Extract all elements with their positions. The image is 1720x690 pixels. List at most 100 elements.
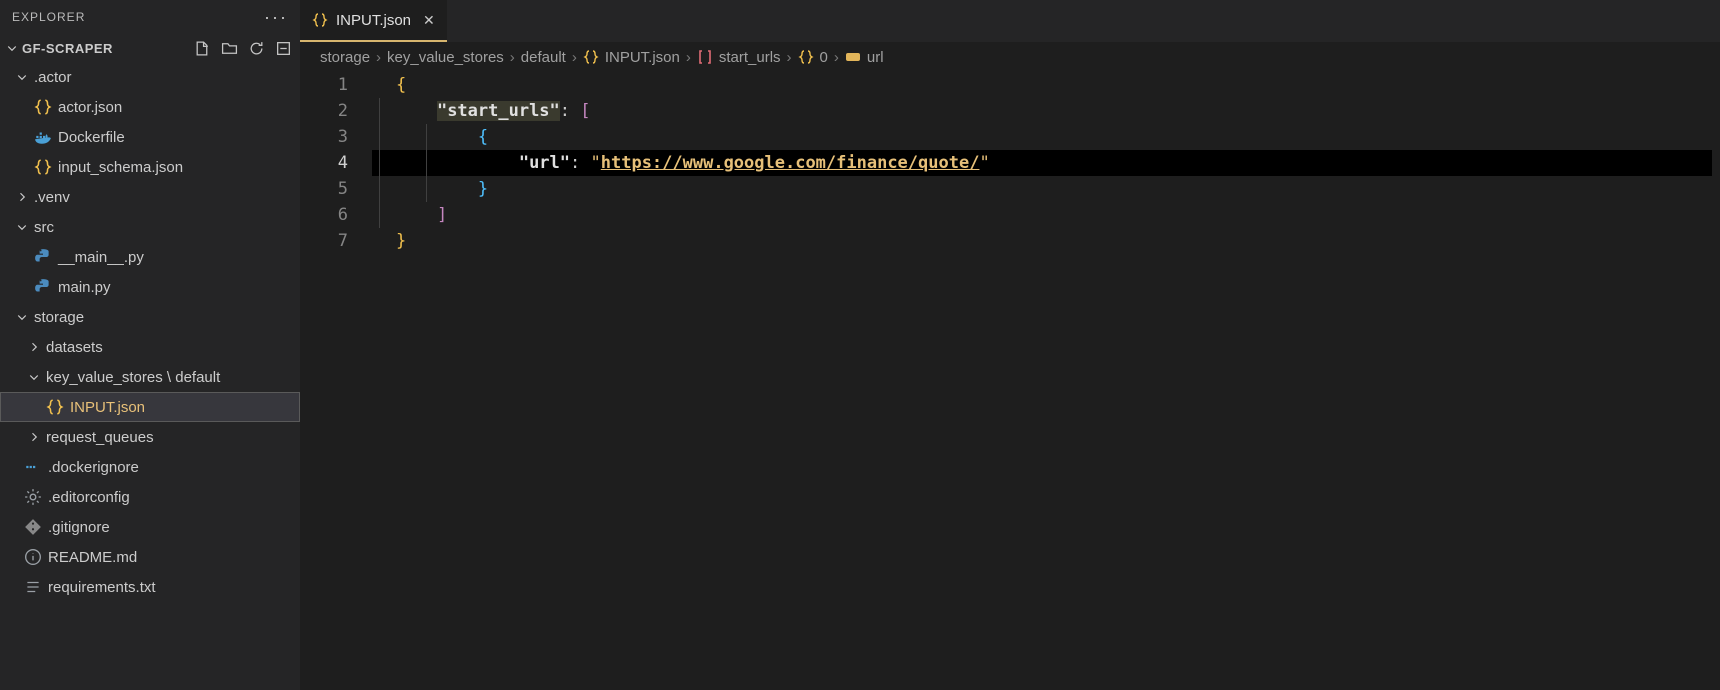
crumb-storage[interactable]: storage	[320, 49, 370, 66]
folder-label: .venv	[34, 189, 70, 206]
file-input-schema[interactable]: input_schema.json	[0, 152, 300, 182]
line-number: 1	[300, 72, 348, 98]
string-icon	[845, 49, 861, 65]
url-value: https://www.google.com/finance/quote/	[601, 153, 980, 173]
file-label: input_schema.json	[58, 159, 183, 176]
file-label: __main__.py	[58, 249, 144, 266]
folder-label: src	[34, 219, 54, 236]
crumb-kvs[interactable]: key_value_stores	[387, 49, 504, 66]
git-icon	[24, 518, 42, 536]
json-key: "url"	[519, 153, 570, 173]
editor-area: INPUT.json ✕ storage › key_value_stores …	[300, 0, 1720, 690]
info-icon	[24, 548, 42, 566]
chevron-right-icon: ›	[510, 49, 515, 66]
object-icon	[798, 49, 814, 65]
text-icon	[24, 578, 42, 596]
tab-input-json[interactable]: INPUT.json ✕	[300, 0, 447, 42]
folder-storage[interactable]: storage	[0, 302, 300, 332]
explorer-title: EXPLORER	[12, 10, 85, 24]
folder-label: key_value_stores \ default	[46, 369, 220, 386]
line-gutter: 1 2 3 4 5 6 7	[300, 72, 372, 690]
project-name: GF-SCRAPER	[22, 41, 113, 56]
folder-actor[interactable]: .actor	[0, 62, 300, 92]
chevron-right-icon	[16, 191, 28, 203]
chevron-right-icon: ›	[834, 49, 839, 66]
tab-label: INPUT.json	[336, 12, 411, 29]
chevron-right-icon: ›	[787, 49, 792, 66]
crumb-index[interactable]: 0	[798, 49, 828, 66]
file-label: .gitignore	[48, 519, 110, 536]
file-label: .editorconfig	[48, 489, 130, 506]
code-content[interactable]: { "start_urls": [ { "url": "https://www.…	[372, 72, 1720, 690]
file-readme[interactable]: README.md	[0, 542, 300, 572]
explorer-header: EXPLORER ···	[0, 0, 300, 34]
chevron-down-icon	[16, 71, 28, 83]
file-requirements[interactable]: requirements.txt	[0, 572, 300, 602]
python-icon	[34, 248, 52, 266]
code-line[interactable]: {	[396, 124, 1720, 150]
json-icon	[46, 398, 64, 416]
new-file-icon[interactable]	[194, 40, 211, 57]
file-label: README.md	[48, 549, 137, 566]
code-line[interactable]: {	[396, 72, 1720, 98]
chevron-down-icon	[6, 42, 18, 54]
array-icon	[697, 49, 713, 65]
json-icon	[583, 49, 599, 65]
json-icon	[34, 158, 52, 176]
python-icon	[34, 278, 52, 296]
file-main-dunder[interactable]: __main__.py	[0, 242, 300, 272]
collapse-icon[interactable]	[275, 40, 292, 57]
folder-request-queues[interactable]: request_queues	[0, 422, 300, 452]
breadcrumb[interactable]: storage › key_value_stores › default › I…	[300, 42, 1720, 72]
docker-icon	[24, 458, 42, 476]
chevron-right-icon: ›	[686, 49, 691, 66]
file-main[interactable]: main.py	[0, 272, 300, 302]
line-number: 5	[300, 176, 348, 202]
explorer-more-icon[interactable]: ···	[264, 7, 288, 28]
chevron-down-icon	[16, 221, 28, 233]
file-label: main.py	[58, 279, 111, 296]
json-key: "start_urls"	[437, 101, 560, 121]
folder-datasets[interactable]: datasets	[0, 332, 300, 362]
line-number: 4	[300, 150, 348, 176]
file-tree: .actor actor.json Dockerfile input_schem…	[0, 62, 300, 690]
gear-icon	[24, 488, 42, 506]
folder-venv[interactable]: .venv	[0, 182, 300, 212]
code-editor[interactable]: 1 2 3 4 5 6 7 { "start_urls": [ { "url	[300, 72, 1720, 690]
crumb-default[interactable]: default	[521, 49, 566, 66]
project-header[interactable]: GF-SCRAPER	[0, 34, 300, 62]
code-line[interactable]: }	[396, 176, 1720, 202]
refresh-icon[interactable]	[248, 40, 265, 57]
code-line[interactable]: ]	[396, 202, 1720, 228]
code-line[interactable]: "start_urls": [	[396, 98, 1720, 124]
chevron-right-icon: ›	[572, 49, 577, 66]
chevron-right-icon	[28, 431, 40, 443]
file-dockerfile[interactable]: Dockerfile	[0, 122, 300, 152]
project-toolbar	[194, 40, 292, 57]
code-line-current[interactable]: "url": "https://www.google.com/finance/q…	[372, 150, 1712, 176]
folder-label: datasets	[46, 339, 103, 356]
file-input-json[interactable]: INPUT.json	[0, 392, 300, 422]
folder-label: storage	[34, 309, 84, 326]
folder-kv-stores[interactable]: key_value_stores \ default	[0, 362, 300, 392]
file-label: actor.json	[58, 99, 122, 116]
new-folder-icon[interactable]	[221, 40, 238, 57]
close-icon[interactable]: ✕	[419, 12, 435, 29]
chevron-right-icon: ›	[376, 49, 381, 66]
tab-bar: INPUT.json ✕	[300, 0, 1720, 42]
crumb-file[interactable]: INPUT.json	[583, 49, 680, 66]
file-gitignore[interactable]: .gitignore	[0, 512, 300, 542]
file-editorconfig[interactable]: .editorconfig	[0, 482, 300, 512]
file-label: Dockerfile	[58, 129, 125, 146]
file-label: .dockerignore	[48, 459, 139, 476]
code-line[interactable]: }	[396, 228, 1720, 254]
folder-src[interactable]: src	[0, 212, 300, 242]
folder-label: request_queues	[46, 429, 154, 446]
line-number: 6	[300, 202, 348, 228]
file-actor-json[interactable]: actor.json	[0, 92, 300, 122]
file-label: requirements.txt	[48, 579, 156, 596]
crumb-start-urls[interactable]: start_urls	[697, 49, 781, 66]
file-dockerignore[interactable]: .dockerignore	[0, 452, 300, 482]
crumb-url[interactable]: url	[845, 49, 884, 66]
line-number: 7	[300, 228, 348, 254]
